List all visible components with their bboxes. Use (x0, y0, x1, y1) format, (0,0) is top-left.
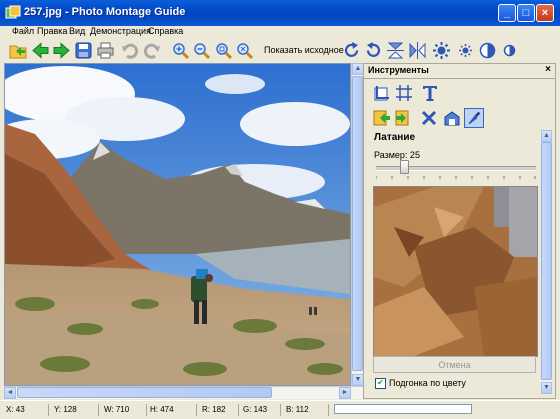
tools-panel: Инструменты × ▲ ▼ Латание Размер: 25 Отм… (363, 63, 556, 399)
status-h: H: 474 (150, 405, 174, 414)
status-r: R: 182 (202, 405, 226, 414)
panel-scroll-down[interactable]: ▼ (541, 382, 552, 394)
zoom-in-icon[interactable] (171, 41, 190, 60)
zoom-fit-icon[interactable] (214, 41, 233, 60)
zoom-preview (373, 186, 538, 357)
sharpen-icon[interactable] (456, 41, 475, 60)
canvas-horizontal-scrollbar[interactable]: ◄ ► (4, 386, 363, 399)
color-fit-label: Подгонка по цвету (389, 378, 466, 388)
contrast-icon[interactable] (478, 41, 497, 60)
color-balance-icon[interactable] (500, 41, 519, 60)
panel-title: Инструменты (368, 65, 429, 75)
status-g: G: 143 (243, 405, 268, 414)
open-icon[interactable] (9, 41, 28, 60)
rotate-left-icon[interactable] (364, 41, 383, 60)
canvas-vertical-scrollbar[interactable]: ▲ ▼ (351, 63, 364, 386)
toolbar: Показать исходное (0, 39, 560, 63)
menu-edit[interactable]: Правка (37, 26, 67, 36)
actual-size-icon[interactable] (235, 41, 254, 60)
crop-icon[interactable] (372, 83, 392, 103)
window-title: 257.jpg - Photo Montage Guide (24, 6, 186, 18)
slider-ticks (376, 176, 536, 179)
status-b: B: 112 (286, 405, 309, 414)
size-slider-thumb[interactable] (400, 160, 409, 174)
patch-icon[interactable] (372, 108, 392, 128)
brush-icon (468, 111, 481, 125)
flip-horizontal-icon[interactable] (408, 41, 427, 60)
status-bar: X: 43 Y: 128 W: 710 H: 474 R: 182 G: 143… (0, 400, 560, 419)
clone-icon[interactable] (394, 108, 414, 128)
zoom-preview-image (374, 187, 537, 356)
flip-vertical-icon[interactable] (386, 41, 405, 60)
forward-arrow-icon[interactable] (52, 41, 71, 60)
grid-icon[interactable] (394, 83, 414, 103)
panel-scroll-thumb[interactable] (541, 142, 552, 380)
title-bar: 257.jpg - Photo Montage Guide _ □ × (0, 0, 560, 26)
menu-bar: Файл Правка Вид Демонстрация Справка (0, 26, 560, 39)
menu-demo[interactable]: Демонстрация (90, 26, 151, 36)
scroll-right-button[interactable]: ► (339, 387, 351, 399)
print-icon[interactable] (96, 41, 115, 60)
hat-icon[interactable] (442, 108, 462, 128)
minimize-button[interactable]: _ (498, 4, 516, 22)
size-label: Размер: 25 (374, 150, 420, 160)
close-button[interactable]: × (536, 4, 554, 22)
cancel-button[interactable]: Отмена (373, 356, 536, 373)
color-fit-checkbox[interactable]: ✔ (375, 378, 386, 389)
image-canvas[interactable] (4, 63, 351, 386)
panel-scrollbar[interactable]: ▲ ▼ (541, 130, 552, 394)
rotate-right-icon[interactable] (342, 41, 361, 60)
show-original-button[interactable]: Показать исходное (264, 45, 344, 55)
panel-close-icon[interactable]: × (545, 64, 551, 75)
status-x: X: 43 (6, 405, 25, 414)
menu-view[interactable]: Вид (69, 26, 85, 36)
status-w: W: 710 (104, 405, 130, 414)
zoom-out-icon[interactable] (192, 41, 211, 60)
app-icon (5, 5, 21, 19)
vertical-scroll-thumb[interactable] (352, 76, 363, 371)
panel-header: Инструменты × (364, 64, 555, 79)
menu-file[interactable]: Файл (12, 26, 34, 36)
maximize-button[interactable]: □ (517, 4, 535, 22)
menu-help[interactable]: Справка (148, 26, 183, 36)
scroll-left-button[interactable]: ◄ (4, 387, 16, 399)
tool-section-title: Латание (374, 132, 416, 143)
text-icon[interactable] (420, 83, 440, 103)
brightness-icon[interactable] (432, 41, 451, 60)
brush-tool-button[interactable] (464, 108, 484, 128)
redo-icon[interactable] (142, 41, 161, 60)
panel-scroll-up[interactable]: ▲ (541, 130, 552, 142)
horizontal-scroll-thumb[interactable] (17, 387, 272, 398)
status-y: Y: 128 (54, 405, 77, 414)
progress-bar (334, 404, 472, 414)
undo-icon[interactable] (121, 41, 140, 60)
save-icon[interactable] (74, 41, 93, 60)
remove-icon[interactable] (419, 108, 439, 128)
back-arrow-icon[interactable] (31, 41, 50, 60)
mountain-photo (5, 64, 350, 385)
